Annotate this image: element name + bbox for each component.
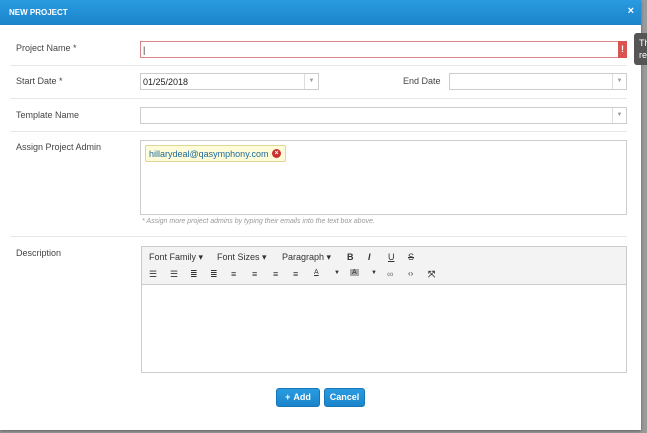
chevron-down-icon[interactable]: ▼: [371, 270, 377, 276]
error-icon: !: [618, 41, 627, 58]
add-button[interactable]: + Add: [276, 388, 320, 407]
align-justify-icon[interactable]: ≡: [293, 269, 298, 279]
assign-admin-hint: * Assign more project admins by typing t…: [142, 218, 375, 225]
outdent-icon[interactable]: ≣: [190, 269, 198, 280]
align-left-icon[interactable]: ≡: [231, 269, 236, 279]
font-family-dropdown[interactable]: Font Family ▾: [149, 252, 203, 263]
start-date-value: 01/25/2018: [143, 77, 189, 87]
dialog-title: NEW PROJECT: [9, 8, 68, 17]
chevron-down-icon[interactable]: ▼: [612, 74, 626, 89]
start-date-input[interactable]: 01/25/2018 ▼: [140, 73, 319, 90]
assign-admin-label: Assign Project Admin: [16, 142, 102, 152]
remove-tag-icon[interactable]: ×: [272, 149, 281, 158]
template-name-select[interactable]: ▼: [140, 107, 627, 124]
cancel-button[interactable]: Cancel: [324, 388, 365, 407]
error-tooltip: Th re: [634, 33, 647, 65]
align-right-icon[interactable]: ≡: [273, 269, 278, 279]
divider: [10, 236, 627, 237]
divider: [10, 98, 627, 99]
link-icon[interactable]: ∞: [387, 269, 393, 279]
admin-tag: hillarydeal@qasymphony.com ×: [145, 145, 286, 162]
plus-icon: +: [285, 392, 291, 402]
tooltip-text: Th: [639, 38, 647, 48]
numbered-list-icon[interactable]: ☰: [170, 269, 178, 280]
bold-button[interactable]: B: [347, 252, 354, 262]
indent-icon[interactable]: ≣: [210, 269, 218, 280]
template-name-label: Template Name: [16, 110, 80, 120]
project-name-input[interactable]: | !: [140, 41, 627, 58]
divider: [10, 65, 627, 66]
new-project-dialog: NEW PROJECT × Project Name * | ! Th re St…: [0, 0, 647, 430]
fullscreen-icon[interactable]: ⤧: [428, 269, 435, 280]
description-label: Description: [16, 248, 62, 258]
description-editor: Font Family ▾ Font Sizes ▾ Paragraph ▾ B…: [141, 246, 627, 373]
align-center-icon[interactable]: ≡: [252, 269, 257, 279]
end-date-input[interactable]: ▼: [449, 73, 627, 90]
start-date-label: Start Date *: [16, 76, 63, 86]
editor-toolbar: Font Family ▾ Font Sizes ▾ Paragraph ▾ B…: [142, 247, 626, 285]
paragraph-dropdown[interactable]: Paragraph ▾: [282, 252, 331, 263]
divider: [10, 131, 627, 132]
editor-content[interactable]: [142, 285, 626, 373]
dialog-header: NEW PROJECT ×: [0, 0, 641, 25]
end-date-label: End Date: [403, 76, 441, 86]
strikethrough-button[interactable]: S: [408, 252, 414, 262]
chevron-down-icon[interactable]: ▼: [304, 74, 318, 89]
chevron-down-icon[interactable]: ▼: [334, 270, 340, 276]
font-sizes-dropdown[interactable]: Font Sizes ▾: [217, 252, 267, 263]
underline-button[interactable]: U: [388, 252, 395, 262]
add-label: Add: [293, 392, 311, 402]
project-name-label: Project Name *: [16, 43, 77, 53]
text-cursor: |: [143, 45, 146, 55]
admin-email: hillarydeal@qasymphony.com: [149, 149, 269, 159]
bullet-list-icon[interactable]: ☰: [149, 269, 157, 280]
tooltip-text: re: [639, 50, 647, 60]
close-icon[interactable]: ×: [628, 5, 634, 17]
background-color-icon[interactable]: A: [350, 269, 359, 276]
text-color-icon[interactable]: A: [314, 269, 319, 276]
code-icon[interactable]: ‹›: [408, 269, 413, 278]
chevron-down-icon[interactable]: ▼: [612, 108, 626, 123]
italic-button[interactable]: I: [368, 252, 371, 262]
